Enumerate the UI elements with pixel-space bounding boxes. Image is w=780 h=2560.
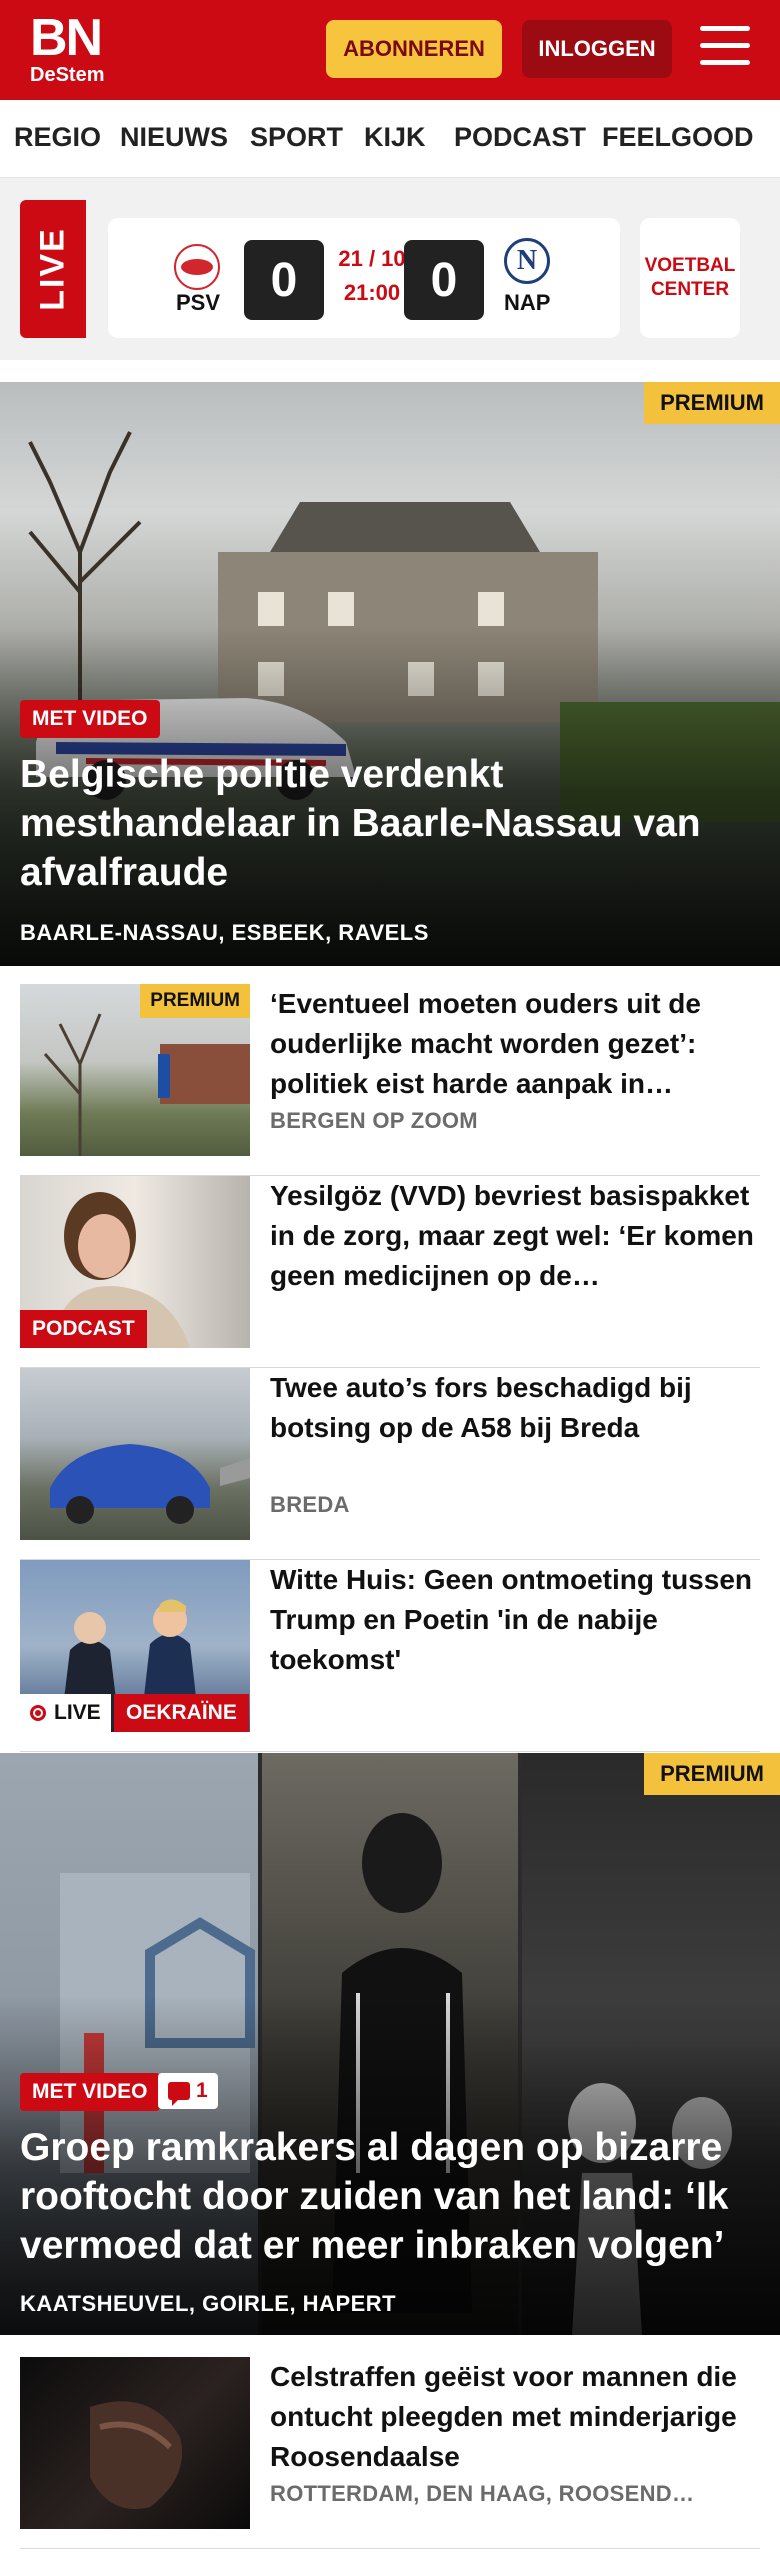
premium-badge: PREMIUM xyxy=(644,1753,780,1795)
article-title[interactable]: Yesilgöz (VVD) bevriest basispak­ket in … xyxy=(270,1176,760,1296)
comment-icon xyxy=(168,2082,190,2106)
article-thumbnail: PODCAST xyxy=(20,1176,250,1348)
nav-item-nieuws[interactable]: NIEUWS xyxy=(120,122,228,153)
article-thumbnail xyxy=(20,1368,250,1540)
video-badge: MET VIDEO xyxy=(20,700,160,738)
logo-sub: DeStem xyxy=(30,64,105,86)
hero-title[interactable]: Groep ramkrakers al dagen op bizarre roo… xyxy=(20,2123,760,2270)
article-title[interactable]: Twee auto’s fors beschadigd bij botsing … xyxy=(270,1368,760,1448)
list-item[interactable]: PREMIUM ‘Eventueel moeten ouders uit de … xyxy=(20,984,760,1176)
away-team-name: NAP xyxy=(504,290,551,315)
live-indicator-label: LIVE xyxy=(54,1701,101,1724)
premium-badge: PREMIUM xyxy=(644,382,780,424)
article-thumbnail xyxy=(20,2357,250,2529)
away-score: 0 xyxy=(404,240,484,320)
section-nav: REGIO NIEUWS SPORT KIJK PODCAST FEELGOOD xyxy=(0,100,780,178)
menu-icon[interactable] xyxy=(700,26,750,70)
comment-count-badge[interactable]: 1 xyxy=(158,2073,218,2109)
live-tab[interactable]: LIVE xyxy=(20,200,86,338)
match-time: 21:00 xyxy=(343,280,401,305)
match-card[interactable]: PSV 0 21 / 10 21:00 0 N NAP xyxy=(108,218,620,338)
topic-tag: OEKRAÏNE xyxy=(114,1694,249,1732)
podcast-tag: PODCAST xyxy=(20,1310,147,1348)
logo-main: BN xyxy=(30,9,103,67)
live-dot-icon xyxy=(30,1705,46,1721)
subscribe-button[interactable]: ABONNEREN xyxy=(326,20,502,78)
live-indicator: LIVE xyxy=(20,1694,111,1732)
list-item[interactable]: LIVE OEKRAÏNE Witte Huis: Geen ontmoetin… xyxy=(20,1560,760,1752)
hero-article-2[interactable]: PREMIUM MET VIDEO 1 Groep ramkrakers al … xyxy=(0,1753,780,2335)
login-button[interactable]: INLOGGEN xyxy=(522,20,672,78)
article-title[interactable]: Witte Huis: Geen ontmoeting tussen Trump… xyxy=(270,1560,760,1680)
article-thumbnail: PREMIUM xyxy=(20,984,250,1156)
home-team-name: PSV xyxy=(176,290,221,315)
napoli-crest-icon: N xyxy=(504,238,550,284)
article-thumbnail: LIVE OEKRAÏNE xyxy=(20,1560,250,1732)
article-title[interactable]: Celstraffen geëist voor mannen die ontuc… xyxy=(270,2357,760,2477)
psv-crest-icon xyxy=(174,244,220,290)
hero-title[interactable]: Belgische politie verdenkt mesthandelaar… xyxy=(20,750,760,897)
article-title[interactable]: ‘Eventueel moeten ouders uit de ouderlij… xyxy=(270,984,760,1104)
hero-locations: BAARLE-NASSAU, ESBEEK, RAVELS xyxy=(20,920,429,945)
premium-badge: PREMIUM xyxy=(140,984,250,1018)
list-item[interactable]: PODCAST Yesilgöz (VVD) bevriest basispak… xyxy=(20,1176,760,1368)
live-scores-strip: LIVE PSV 0 21 / 10 21:00 0 N NAP VOETBAL… xyxy=(0,178,780,360)
comment-count: 1 xyxy=(196,2079,208,2102)
nav-item-podcast[interactable]: PODCAST xyxy=(454,122,586,153)
match-date: 21 / 10 xyxy=(338,246,406,271)
site-header: BN DeStem ABONNEREN INLOGGEN xyxy=(0,0,780,100)
video-badge: MET VIDEO xyxy=(20,2073,160,2111)
nav-item-sport[interactable]: SPORT xyxy=(250,122,343,153)
site-logo[interactable]: BN DeStem xyxy=(30,9,105,86)
nav-item-feelgood[interactable]: FEELGOOD xyxy=(602,122,754,153)
live-label: LIVE xyxy=(33,227,72,311)
article-location: BREDA xyxy=(270,1492,350,1517)
voetbal-center-link[interactable]: VOETBAL CENTER xyxy=(640,218,740,338)
list-item[interactable]: Twee auto’s fors beschadigd bij botsing … xyxy=(20,1368,760,1560)
hero-article-1[interactable]: PREMIUM MET VIDEO Belgische politie verd… xyxy=(0,382,780,966)
article-location: ROTTERDAM, DEN HAAG, ROOSEND… xyxy=(270,2481,695,2506)
list-item[interactable]: Celstraffen geëist voor mannen die ontuc… xyxy=(20,2357,760,2549)
nav-item-regio[interactable]: REGIO xyxy=(14,122,101,153)
hero-locations: KAATSHEUVEL, GOIRLE, HAPERT xyxy=(20,2291,397,2316)
nav-item-kijk[interactable]: KIJK xyxy=(364,122,426,153)
article-location: BERGEN OP ZOOM xyxy=(270,1108,478,1133)
home-score: 0 xyxy=(244,240,324,320)
